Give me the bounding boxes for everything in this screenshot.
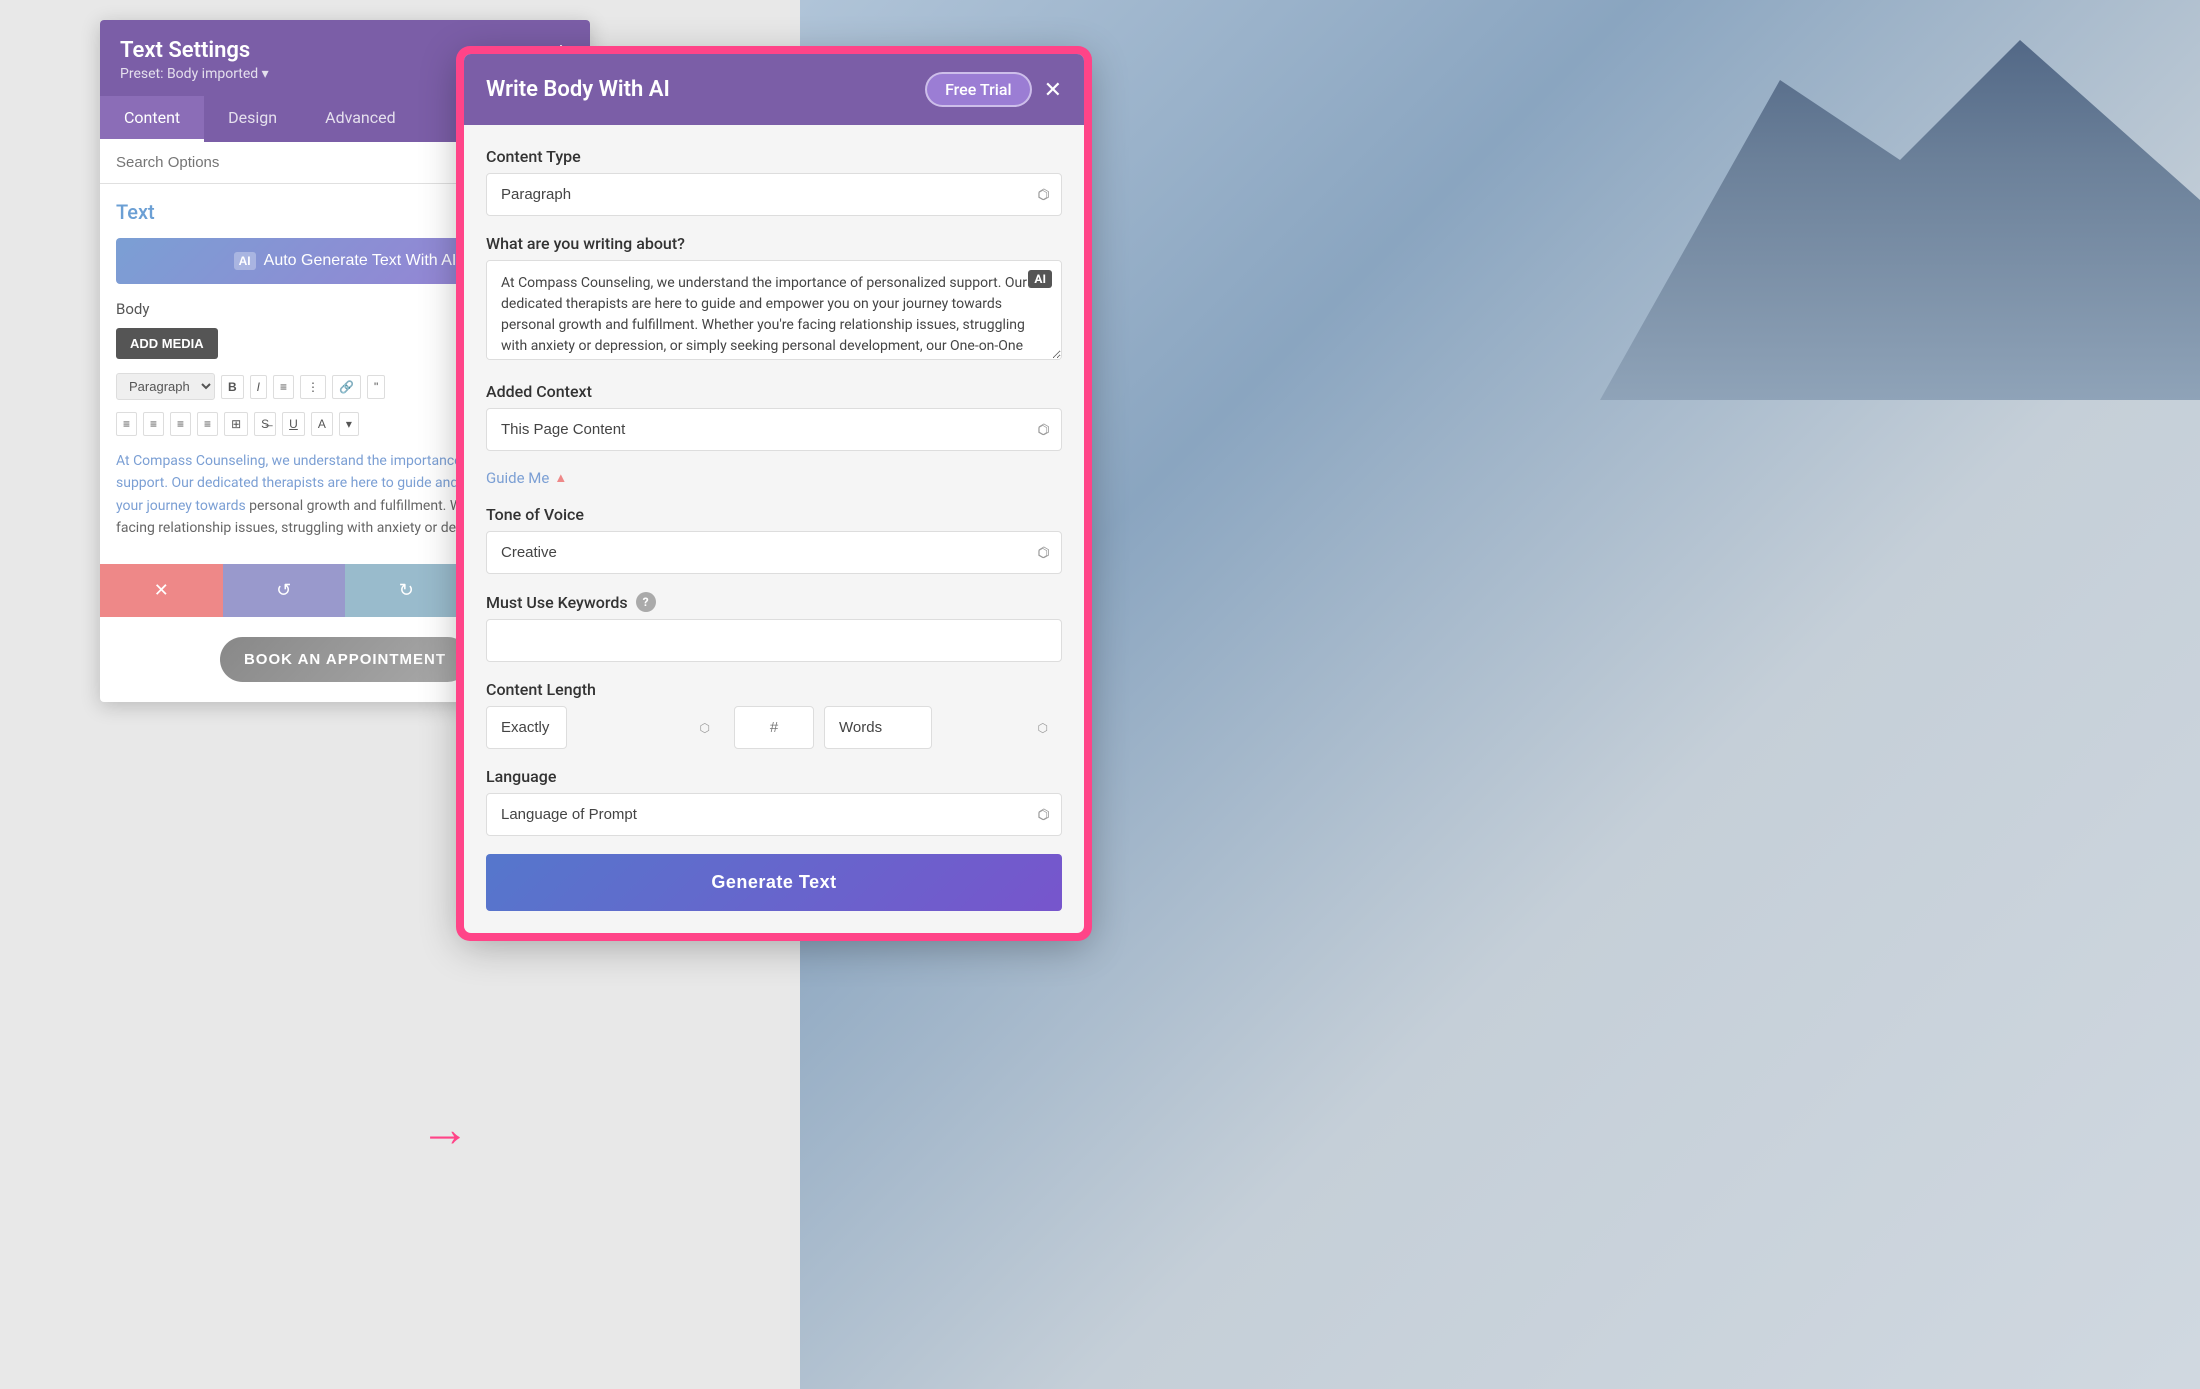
writing-about-group: What are you writing about? At Compass C… — [486, 234, 1062, 364]
language-select-wrapper: Language of Prompt English Spanish ⬡ — [486, 793, 1062, 836]
language-label: Language — [486, 767, 1062, 786]
italic-button[interactable]: I — [250, 375, 267, 399]
ai-badge: AI — [234, 252, 256, 270]
content-type-select[interactable]: Paragraph List Heading — [486, 173, 1062, 216]
align-center-button[interactable]: ≡ — [143, 412, 164, 436]
modal-header-right: Free Trial ✕ — [925, 72, 1062, 107]
language-select[interactable]: Language of Prompt English Spanish — [486, 793, 1062, 836]
modal-header: Write Body With AI Free Trial ✕ — [464, 54, 1084, 125]
exactly-select-wrapper: Exactly At least At most — [486, 706, 724, 749]
modal-body: Content Type Paragraph List Heading ⬡ Wh… — [464, 125, 1084, 933]
underline-button[interactable]: U — [282, 412, 305, 436]
ul-button[interactable]: ≡ — [273, 375, 294, 399]
added-context-select-wrapper: This Page Content None Custom ⬡ — [486, 408, 1062, 451]
keywords-help-icon[interactable]: ? — [636, 592, 656, 612]
content-length-row: Exactly At least At most Words Sentences… — [486, 706, 1062, 749]
paragraph-select[interactable]: Paragraph — [116, 373, 215, 400]
guide-me-label: Guide Me — [486, 469, 549, 487]
guide-me-link[interactable]: Guide Me ▲ — [486, 469, 1062, 487]
added-context-select[interactable]: This Page Content None Custom — [486, 408, 1062, 451]
redo-button[interactable]: ↻ — [345, 564, 468, 617]
modal-close-button[interactable]: ✕ — [1044, 79, 1062, 101]
free-trial-badge[interactable]: Free Trial — [925, 72, 1032, 107]
keywords-group: Must Use Keywords ? — [486, 592, 1062, 662]
strikethrough-button[interactable]: S̶ — [254, 412, 276, 436]
quote-button[interactable]: " — [367, 375, 385, 399]
length-number-input[interactable] — [734, 706, 814, 749]
panel-title: Text Settings — [120, 38, 269, 63]
guide-me-arrow-icon: ▲ — [554, 470, 567, 486]
content-length-label: Content Length — [486, 680, 1062, 699]
tab-advanced[interactable]: Advanced — [301, 96, 420, 142]
align-left-button[interactable]: ≡ — [116, 412, 137, 436]
table-button[interactable]: ⊞ — [224, 412, 248, 436]
panel-subtitle: Preset: Body imported ▾ — [120, 66, 269, 82]
keywords-input[interactable] — [486, 619, 1062, 662]
writing-about-textarea-wrapper: At Compass Counseling, we understand the… — [486, 260, 1062, 364]
exactly-select[interactable]: Exactly At least At most — [486, 706, 567, 749]
align-right-button[interactable]: ≡ — [170, 412, 191, 436]
more-format-button[interactable]: ▾ — [339, 412, 359, 436]
added-context-group: Added Context This Page Content None Cus… — [486, 382, 1062, 451]
cancel-button[interactable]: ✕ — [100, 564, 223, 617]
content-length-group: Content Length Exactly At least At most … — [486, 680, 1062, 749]
content-type-select-wrapper: Paragraph List Heading ⬡ — [486, 173, 1062, 216]
undo-button[interactable]: ↺ — [223, 564, 346, 617]
modal-title: Write Body With AI — [486, 77, 670, 102]
add-media-button[interactable]: ADD MEDIA — [116, 328, 218, 359]
tone-select-wrapper: Creative Professional Casual ⬡ — [486, 531, 1062, 574]
tab-content[interactable]: Content — [100, 96, 204, 142]
color-button[interactable]: A — [311, 412, 333, 436]
words-select[interactable]: Words Sentences Paragraphs — [824, 706, 932, 749]
content-type-label: Content Type — [486, 147, 1062, 166]
writing-about-label: What are you writing about? — [486, 234, 1062, 253]
ai-modal: Write Body With AI Free Trial ✕ Content … — [464, 54, 1084, 933]
ai-modal-wrapper: Write Body With AI Free Trial ✕ Content … — [460, 50, 1088, 937]
words-select-wrapper: Words Sentences Paragraphs — [824, 706, 1062, 749]
generate-text-button[interactable]: Generate Text — [486, 854, 1062, 911]
tone-select[interactable]: Creative Professional Casual — [486, 531, 1062, 574]
ai-corner-badge: AI — [1028, 270, 1052, 288]
keywords-label-row: Must Use Keywords ? — [486, 592, 1062, 612]
language-group: Language Language of Prompt English Span… — [486, 767, 1062, 836]
ol-button[interactable]: ⋮ — [300, 375, 326, 399]
book-appointment-button[interactable]: BOOK AN APPOINTMENT — [220, 637, 470, 682]
align-justify-button[interactable]: ≡ — [197, 412, 218, 436]
writing-about-textarea[interactable]: At Compass Counseling, we understand the… — [486, 260, 1062, 360]
ai-generate-label: Auto Generate Text With AI — [264, 252, 457, 270]
mountain-bg — [1600, 0, 2200, 400]
content-type-group: Content Type Paragraph List Heading ⬡ — [486, 147, 1062, 216]
section-title: Text — [116, 200, 155, 224]
tone-group: Tone of Voice Creative Professional Casu… — [486, 505, 1062, 574]
tab-design[interactable]: Design — [204, 96, 301, 142]
tone-label: Tone of Voice — [486, 505, 1062, 524]
added-context-label: Added Context — [486, 382, 1062, 401]
pink-arrow: → — [420, 1100, 470, 1159]
link-button[interactable]: 🔗 — [332, 375, 361, 399]
bold-button[interactable]: B — [221, 375, 244, 399]
keywords-label: Must Use Keywords — [486, 593, 628, 612]
